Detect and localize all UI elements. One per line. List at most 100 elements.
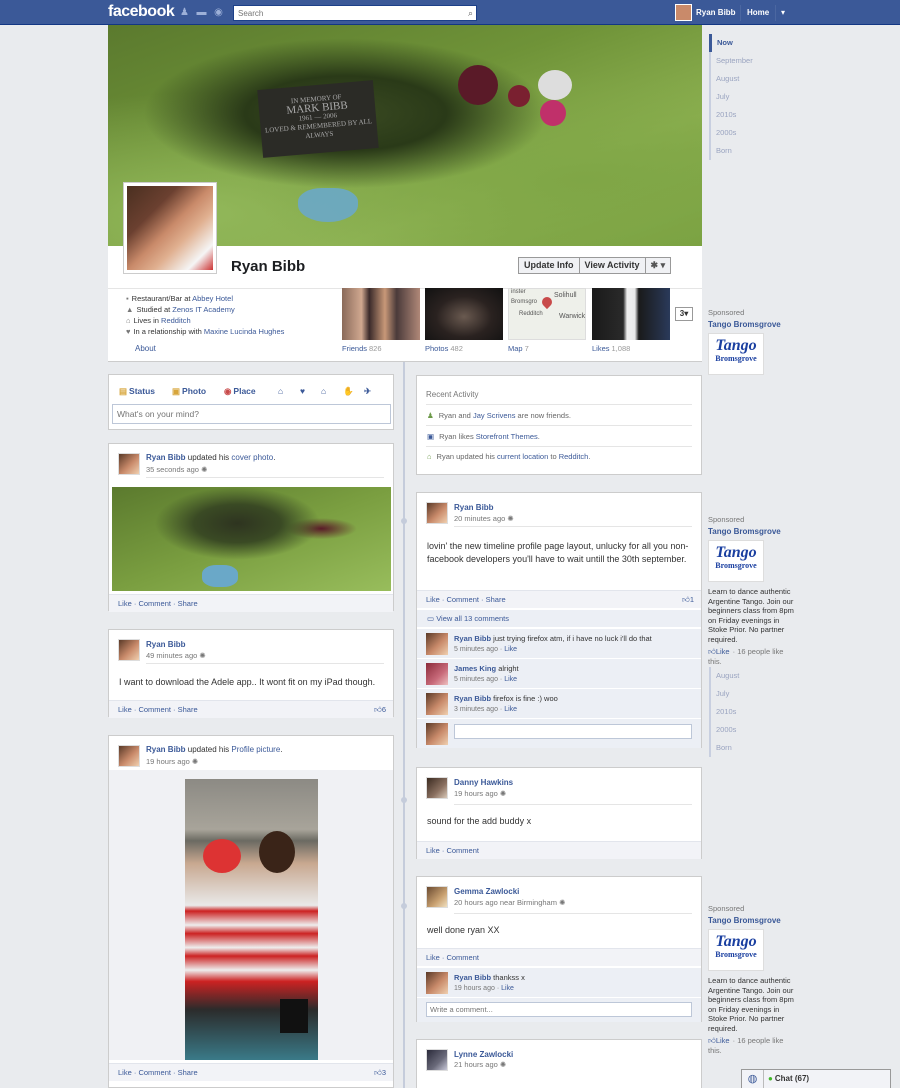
comment-button[interactable]: Comment [138, 599, 171, 608]
timeline-nav-august[interactable]: August [711, 667, 769, 685]
post-author[interactable]: Lynne Zawlocki [454, 1050, 513, 1059]
avatar[interactable] [118, 453, 140, 475]
friend-requests-icon[interactable]: ♟ [179, 7, 190, 18]
comment-like-link[interactable]: Like [504, 646, 517, 653]
ad-image[interactable]: Tango Bromsgrove [708, 333, 764, 375]
post-timestamp[interactable]: 20 hours ago near Birmingham ✺ [454, 898, 565, 907]
timeline-nav-2010s[interactable]: 2010s [711, 703, 769, 721]
like-button[interactable]: Like [426, 846, 440, 855]
comment-button[interactable]: Comment [446, 846, 479, 855]
user-avatar[interactable] [675, 4, 692, 21]
post-timestamp[interactable]: 19 hours ago ✺ [146, 757, 198, 766]
timeline-nav-july[interactable]: July [711, 88, 769, 106]
post-timestamp[interactable]: 19 hours ago ✺ [454, 789, 506, 798]
commenter-name[interactable]: Ryan Bibb [454, 973, 491, 982]
ad-image[interactable]: Tango Bromsgrove [708, 540, 764, 582]
comment-button[interactable]: Comment [138, 705, 171, 714]
comment-like-link[interactable]: Like [501, 985, 514, 992]
comment-button[interactable]: Comment [446, 953, 479, 962]
chat-bar[interactable]: ◍ ● Chat (67) [741, 1069, 891, 1088]
tab-photo[interactable]: ▣ Photo [172, 386, 206, 397]
notifications-icon[interactable]: ◉ [213, 7, 224, 18]
commenter-avatar[interactable] [426, 663, 448, 685]
profile-photo[interactable] [185, 779, 318, 1060]
ad-image[interactable]: Tango Bromsgrove [708, 929, 764, 971]
share-button[interactable]: Share [178, 705, 198, 714]
timeline-nav-august[interactable]: August [711, 70, 769, 88]
messages-icon[interactable]: ▬ [196, 7, 207, 18]
user-name-link[interactable]: Ryan Bibb [696, 8, 736, 17]
commenter-name[interactable]: James King [454, 664, 496, 673]
timeline-nav-2010s[interactable]: 2010s [711, 106, 769, 124]
ad-like-link[interactable]: 👍︎Like [708, 647, 730, 656]
search-icon[interactable]: ⌕ [468, 8, 473, 19]
globe-icon[interactable]: ◍ [742, 1070, 764, 1088]
like-count[interactable]: 👍︎1 [682, 591, 694, 608]
like-button[interactable]: Like [426, 595, 440, 604]
timeline-nav-now[interactable]: Now [709, 34, 769, 52]
avatar[interactable] [426, 777, 448, 799]
likes-link[interactable]: Likes 1,088 [592, 344, 630, 353]
like-count[interactable]: 👍︎3 [374, 1064, 386, 1081]
health-icon[interactable]: ✋ [343, 386, 354, 397]
timeline-nav-born[interactable]: Born [711, 142, 769, 160]
about-link[interactable]: About [135, 344, 156, 353]
post-timestamp[interactable]: 35 seconds ago ✺ [146, 465, 207, 474]
cover-photo-thumbnail[interactable] [112, 487, 391, 591]
commenter-name[interactable]: Ryan Bibb [454, 694, 491, 703]
timeline-nav-july[interactable]: July [711, 685, 769, 703]
commenter-avatar[interactable] [426, 633, 448, 655]
post-author[interactable]: Ryan Bibb [454, 503, 494, 512]
like-button[interactable]: Like [426, 953, 440, 962]
status-input[interactable] [112, 404, 391, 424]
like-count[interactable]: 👍︎6 [374, 701, 386, 718]
home-link[interactable]: Home [747, 8, 769, 17]
share-button[interactable]: Share [178, 1068, 198, 1077]
share-button[interactable]: Share [486, 595, 506, 604]
comment-button[interactable]: Comment [446, 595, 479, 604]
likes-tile[interactable] [592, 288, 670, 340]
commenter-name[interactable]: Ryan Bibb [454, 634, 491, 643]
friends-tile[interactable] [342, 288, 420, 340]
facebook-logo[interactable]: facebook [108, 3, 175, 21]
profile-picture[interactable] [123, 182, 217, 274]
post-author[interactable]: Ryan Bibb [146, 745, 186, 754]
map-link[interactable]: Map 7 [508, 344, 529, 353]
commenter-avatar[interactable] [426, 972, 448, 994]
post-timestamp[interactable]: 20 minutes ago ✺ [454, 514, 514, 523]
like-button[interactable]: Like [118, 705, 132, 714]
home-event-icon[interactable]: ⌂ [321, 386, 326, 396]
life-event-icon[interactable]: ⌂ [278, 386, 283, 396]
post-timestamp[interactable]: 49 minutes ago ✺ [146, 651, 206, 660]
update-info-button[interactable]: Update Info [519, 258, 580, 273]
map-tile[interactable]: Solihull inster Bromsgro Redditch Warwic… [508, 288, 586, 340]
timeline-nav-2000s[interactable]: 2000s [711, 721, 769, 739]
avatar[interactable] [118, 745, 140, 767]
account-menu-chevron-icon[interactable]: ▾ [781, 8, 785, 17]
tab-place[interactable]: ◉ Place [224, 386, 256, 397]
post-author[interactable]: Gemma Zawlocki [454, 887, 519, 896]
like-button[interactable]: Like [118, 1068, 132, 1077]
timeline-nav-2000s[interactable]: 2000s [711, 124, 769, 142]
avatar[interactable] [426, 886, 448, 908]
photos-link[interactable]: Photos 482 [425, 344, 463, 353]
ad-like-link[interactable]: 👍︎Like [708, 1036, 730, 1045]
profile-name[interactable]: Ryan Bibb [231, 258, 305, 275]
timeline-nav-september[interactable]: September [711, 52, 769, 70]
settings-gear-icon[interactable]: ✱ ▾ [646, 258, 671, 273]
commenter-avatar[interactable] [426, 693, 448, 715]
friends-link[interactable]: Friends 826 [342, 344, 382, 353]
more-tiles-button[interactable]: 3▾ [675, 307, 693, 321]
avatar[interactable] [426, 1049, 448, 1071]
comment-input[interactable] [426, 1002, 692, 1017]
like-button[interactable]: Like [118, 599, 132, 608]
comment-like-link[interactable]: Like [504, 676, 517, 683]
ad-title[interactable]: Tango Bromsgrove [708, 916, 798, 925]
avatar[interactable] [426, 502, 448, 524]
photos-tile[interactable] [425, 288, 503, 340]
comment-button[interactable]: Comment [138, 1068, 171, 1077]
timeline-nav-born[interactable]: Born [711, 739, 769, 757]
search-input[interactable] [234, 6, 459, 20]
ad-title[interactable]: Tango Bromsgrove [708, 320, 798, 329]
ad-title[interactable]: Tango Bromsgrove [708, 527, 798, 536]
